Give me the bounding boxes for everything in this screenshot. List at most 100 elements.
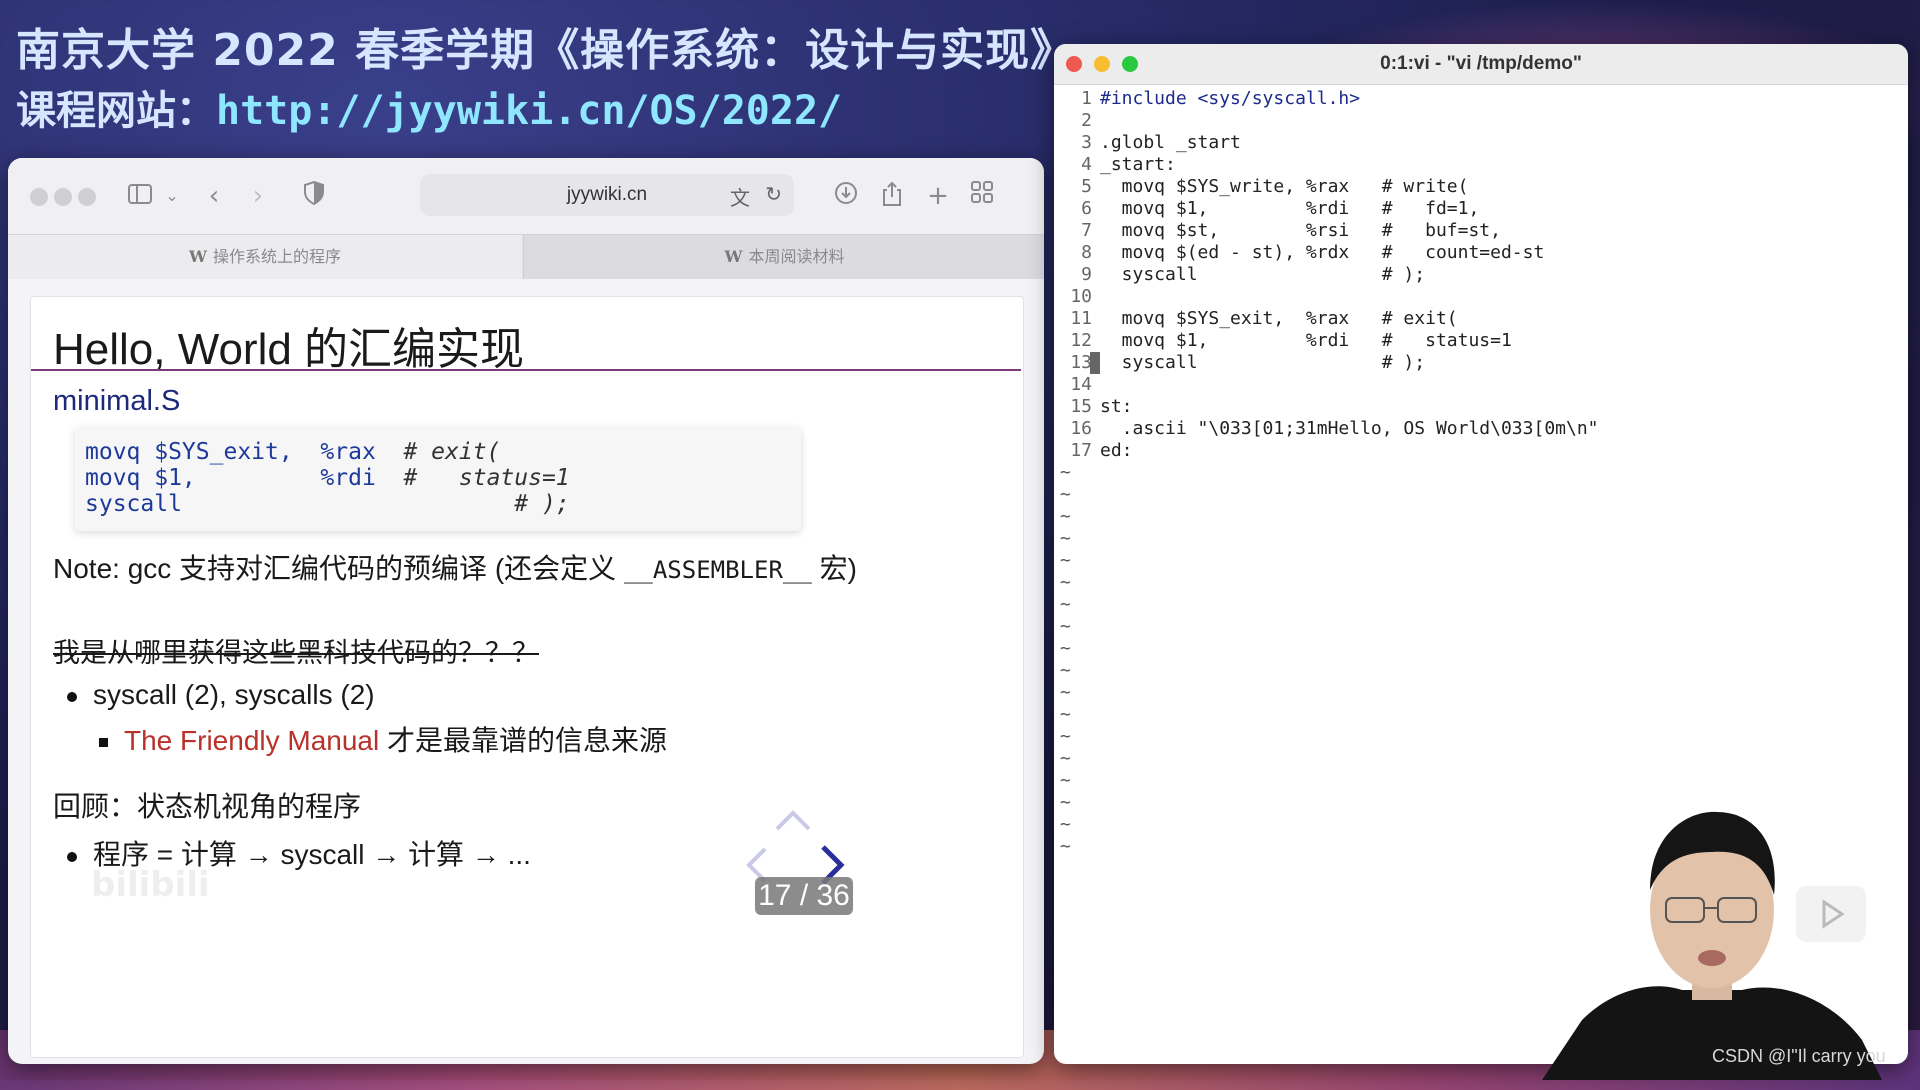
empty-line-tilde: ~	[1060, 836, 1071, 857]
code-line: movq $SYS_exit, %rax # exit(	[85, 439, 501, 465]
line-number: 4	[1081, 154, 1092, 175]
line-number: 15	[1070, 396, 1092, 417]
note-text: Note: gcc 支持对汇编代码的预编译 (还会定义 __ASSEMBLER_…	[53, 553, 857, 584]
line-text: .globl _start	[1100, 132, 1241, 153]
vi-line: 9 syscall # );	[1054, 264, 1425, 290]
empty-line-tilde: ~	[1060, 506, 1071, 527]
new-tab-icon[interactable]: +	[922, 180, 954, 212]
download-icon[interactable]	[830, 180, 862, 212]
csdn-watermark: CSDN @I"Il carry you	[1712, 1046, 1886, 1066]
line-text: _start:	[1100, 154, 1176, 175]
play-button[interactable]	[1796, 886, 1866, 942]
line-text: movq $1, %rdi # fd=1,	[1100, 198, 1480, 219]
chevron-down-icon[interactable]: ⌄	[156, 180, 188, 212]
minimize-button[interactable]	[54, 188, 72, 206]
empty-line-tilde: ~	[1060, 528, 1071, 549]
review-heading: 回顾：状态机视角的程序	[53, 790, 362, 823]
course-site: 课程网站：http://jyywiki.cn/OS/2022/	[16, 78, 842, 136]
line-text: movq $1, %rdi # status=1	[1100, 330, 1512, 351]
code-filename: minimal.S	[53, 385, 181, 417]
code-block: movq $SYS_exit, %rax # exit( movq $1, %r…	[75, 427, 801, 531]
empty-line-tilde: ~	[1060, 594, 1071, 615]
back-icon[interactable]: ‹	[198, 180, 230, 212]
code-line: syscall # );	[85, 491, 570, 517]
slide-title: Hello, World 的汇编实现	[53, 325, 525, 374]
slide: Hello, World 的汇编实现 minimal.S movq $SYS_e…	[30, 296, 1024, 1058]
tab-weekly-reading[interactable]: W 本周阅读材料	[523, 235, 1044, 279]
line-number: 13	[1070, 352, 1092, 373]
address-bar[interactable]: jyywiki.cn 文 ↻	[420, 174, 794, 216]
line-text: syscall # );	[1100, 352, 1426, 373]
forward-icon[interactable]: ›	[242, 180, 274, 212]
line-text: movq $SYS_exit, %rax # exit(	[1100, 308, 1458, 329]
line-number: 5	[1081, 176, 1092, 197]
line-text: ed:	[1100, 440, 1133, 461]
line-text: movq $(ed - st), %rdx # count=ed-st	[1100, 242, 1545, 263]
wiki-icon: W	[724, 247, 743, 266]
line-text: st:	[1100, 396, 1133, 417]
cursor	[1090, 352, 1100, 374]
line-number: 17	[1070, 440, 1092, 461]
translate-icon[interactable]: 文	[730, 182, 750, 211]
line-number: 11	[1070, 308, 1092, 329]
close-button[interactable]	[30, 188, 48, 206]
line-text: #include <sys/syscall.h>	[1100, 88, 1361, 109]
empty-line-tilde: ~	[1060, 462, 1071, 483]
title-divider	[31, 369, 1021, 371]
browser-toolbar: ⌄ ‹ › jyywiki.cn 文 ↻ +	[8, 158, 1044, 234]
line-text: .ascii "\033[01;31mHello, OS World\033[0…	[1100, 418, 1599, 439]
empty-line-tilde: ~	[1060, 572, 1071, 593]
empty-line-tilde: ~	[1060, 770, 1071, 791]
line-number: 6	[1081, 198, 1092, 219]
slide-number: 17 / 36	[755, 877, 853, 915]
empty-line-tilde: ~	[1060, 682, 1071, 703]
empty-line-tilde: ~	[1060, 792, 1071, 813]
line-number: 12	[1070, 330, 1092, 351]
line-text: movq $SYS_write, %rax # write(	[1100, 176, 1469, 197]
empty-line-tilde: ~	[1060, 550, 1071, 571]
empty-line-tilde: ~	[1060, 616, 1071, 637]
terminal-title: 0:1:vi - "vi /tmp/demo"	[1380, 53, 1582, 74]
empty-line-tilde: ~	[1060, 704, 1071, 725]
empty-line-tilde: ~	[1060, 660, 1071, 681]
bilibili-watermark: bilibili	[91, 865, 210, 905]
empty-line-tilde: ~	[1060, 814, 1071, 835]
code-line: movq $1, %rdi # status=1	[85, 465, 570, 491]
line-number: 8	[1081, 242, 1092, 263]
course-site-url[interactable]: http://jyywiki.cn/OS/2022/	[216, 88, 842, 134]
terminal-titlebar: 0:1:vi - "vi /tmp/demo"	[1054, 44, 1908, 85]
tab-label: 本周阅读材料	[748, 247, 845, 266]
friendly-manual-link[interactable]: The Friendly Manual	[124, 725, 379, 756]
tab-programs-on-os[interactable]: W 操作系统上的程序	[8, 235, 522, 279]
nav-up-icon	[775, 810, 811, 831]
line-number: 1	[1081, 88, 1092, 109]
vi-line: 13 syscall # );	[1054, 352, 1425, 378]
tab-label: 操作系统上的程序	[212, 247, 341, 266]
zoom-button[interactable]	[78, 188, 96, 206]
empty-line-tilde: ~	[1060, 748, 1071, 769]
line-number: 9	[1081, 264, 1092, 285]
reload-icon[interactable]: ↻	[765, 182, 782, 206]
share-icon[interactable]	[876, 180, 908, 212]
wiki-icon: W	[189, 247, 207, 266]
course-site-label: 课程网站：	[16, 88, 216, 134]
vi-line: 16 .ascii "\033[01;31mHello, OS World\03…	[1054, 418, 1599, 444]
sidebar-toggle-icon[interactable]	[124, 180, 156, 212]
line-number: 16	[1070, 418, 1092, 439]
line-number: 3	[1081, 132, 1092, 153]
tab-overview-icon[interactable]	[966, 180, 998, 212]
line-number: 10	[1070, 286, 1092, 307]
shield-icon[interactable]	[298, 180, 330, 212]
list-item: syscall (2), syscalls (2)	[67, 679, 375, 711]
line-text: movq $st, %rsi # buf=st,	[1100, 220, 1501, 241]
empty-line-tilde: ~	[1060, 726, 1071, 747]
line-number: 2	[1081, 110, 1092, 131]
struck-question: 我是从哪里获得这些黑科技代码的？？？	[53, 638, 539, 669]
line-number: 7	[1081, 220, 1092, 241]
browser-window: ⌄ ‹ › jyywiki.cn 文 ↻ + W 操作系统上的程序 W 本周阅读材料…	[8, 158, 1044, 1064]
line-number: 14	[1070, 374, 1092, 395]
tab-bar: W 操作系统上的程序 W 本周阅读材料	[8, 234, 1044, 279]
list-item-sub: The Friendly Manual 才是最靠谱的信息来源	[99, 719, 667, 759]
empty-line-tilde: ~	[1060, 484, 1071, 505]
line-text: syscall # );	[1100, 264, 1426, 285]
